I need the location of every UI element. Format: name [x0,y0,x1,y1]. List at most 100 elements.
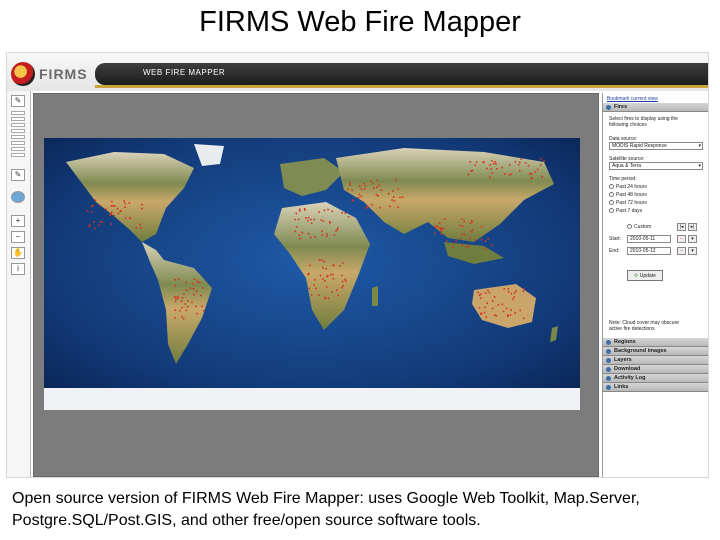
banner-bar: WEB FIRE MAPPER [95,63,708,85]
fire-dot [470,170,472,172]
calendar-down-icon[interactable]: ▾ [688,247,697,255]
fire-dot [117,212,120,215]
fire-dot [366,205,369,208]
end-label: End: [609,248,620,254]
update-button[interactable]: ⟳ Update [627,270,663,281]
fire-dot [377,195,379,197]
fire-dot [469,161,472,163]
radio-icon [609,208,614,213]
fire-dot [522,290,525,293]
fire-dot [94,227,96,230]
minus-icon[interactable]: − [677,235,686,243]
calendar-down-icon[interactable]: ▾ [688,235,697,243]
fire-dot [111,200,113,203]
fire-dot [510,173,513,175]
section-activity-log[interactable]: Activity Log [603,374,708,383]
fire-dot [507,288,510,290]
fire-dot [331,210,333,213]
zoom-slider-step[interactable] [11,123,25,127]
slide-title: FIRMS Web Fire Mapper [199,6,521,38]
hand-icon[interactable]: ✋ [11,247,25,259]
fire-dot [174,317,176,319]
time-option-24h[interactable]: Past 24 hours [609,184,647,190]
zoom-slider-step[interactable] [11,135,25,139]
time-option-72h[interactable]: Past 72 hours [609,200,647,206]
intro-line-2: following choices [609,122,647,128]
fire-dot [395,178,397,181]
fire-dot [141,203,143,206]
section-layers[interactable]: Layers [603,356,708,365]
fire-dot [113,214,115,217]
data-source-select[interactable]: MODIS Rapid Response ▾ [609,142,703,150]
time-option-7d[interactable]: Past 7 days [609,208,642,214]
zoom-in-icon[interactable]: + [11,215,25,227]
identify-icon[interactable]: ✎ [11,169,25,181]
section-regions[interactable]: Regions [603,338,708,347]
fire-dot [189,287,192,290]
satellite-select[interactable]: Aqua & Terra ▾ [609,162,703,170]
zoom-slider-step[interactable] [11,153,25,157]
first-icon[interactable]: |◂ [677,223,686,231]
world-map[interactable] [44,138,580,410]
zoom-slider-step[interactable] [11,111,25,115]
fire-dot [501,166,504,169]
fire-dot [528,173,531,175]
fire-dot [484,240,487,243]
fire-dot [88,224,91,226]
fire-dot [519,161,521,164]
fire-dot [534,171,537,173]
fire-dot [358,193,361,196]
fire-dot [543,160,545,162]
fire-dot [437,225,439,228]
start-date-input[interactable]: 2010-05-11 [627,235,671,243]
fire-dot [310,222,313,225]
section-download[interactable]: Download [603,365,708,374]
fire-dot [512,298,514,301]
zoom-slider-step[interactable] [11,117,25,121]
fire-dot [444,218,446,220]
minus-icon[interactable]: − [677,247,686,255]
end-date-input[interactable]: 2010-05-12 [627,247,671,255]
fire-dot [439,227,441,229]
fire-dot [363,182,365,185]
fire-dot [505,307,508,310]
fire-dot [176,295,179,298]
globe-icon[interactable] [11,191,25,203]
info-icon[interactable]: i [11,263,25,275]
fire-dot [332,273,334,276]
pan-icon[interactable]: ✎ [11,95,25,107]
custom-option[interactable]: Custom [627,224,651,230]
map-viewport[interactable] [33,93,599,477]
fire-dot [310,294,313,296]
last-icon[interactable]: ▸| [688,223,697,231]
zoom-slider-step[interactable] [11,141,25,145]
zoom-slider-step[interactable] [11,147,25,151]
bookmark-link[interactable]: Bookmark current view [607,96,658,102]
map-toolbar: ✎ ✎ + − ✋ i [7,91,31,477]
fires-section: Select fires to display using the follow… [603,112,708,338]
section-background-images[interactable]: Background images [603,347,708,356]
section-links[interactable]: Links [603,383,708,392]
fire-dot [493,314,496,316]
fire-dot [510,292,513,295]
fire-dot [310,218,312,221]
fire-dot [313,218,315,221]
fire-dot [113,205,116,207]
time-option-48h[interactable]: Past 48 hours [609,192,647,198]
zoom-out-icon[interactable]: − [11,231,25,243]
fire-dot [320,219,322,221]
fire-dot [192,282,194,285]
fire-dot [507,290,510,293]
time-period-label: Time period: [609,176,637,182]
fire-dot [135,227,138,229]
fire-dot [504,173,506,175]
fire-dot [336,228,338,231]
custom-label: Custom [634,224,652,230]
fire-dot [195,290,198,293]
fire-dot [459,238,462,240]
fire-dot [522,317,525,320]
fire-dot [305,217,307,219]
fires-section-header[interactable]: Fires [603,103,708,112]
zoom-slider-step[interactable] [11,129,25,133]
fire-dot [341,212,343,214]
